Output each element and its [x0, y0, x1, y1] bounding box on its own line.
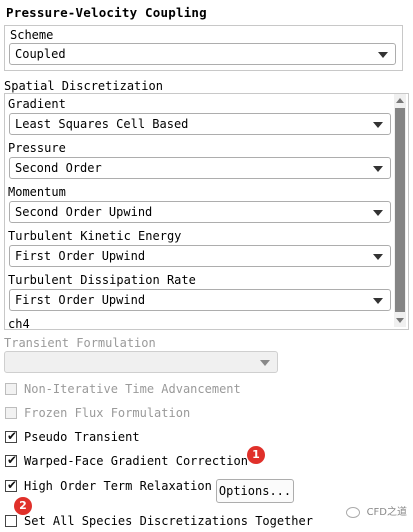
non-iterative-checkbox[interactable] [5, 383, 17, 395]
pseudo-transient-checkbox[interactable]: ✔ [5, 429, 18, 443]
momentum-value: Second Order Upwind [15, 205, 153, 219]
high-order-label: High Order Term Relaxation [24, 479, 212, 493]
scheme-dropdown[interactable]: Coupled [9, 43, 396, 65]
tdr-dropdown[interactable]: First Order Upwind [9, 289, 391, 311]
warped-face-label: Warped-Face Gradient Correction [24, 454, 248, 468]
options-button[interactable]: Options... [216, 479, 294, 503]
annotation-badge-1: 1 [247, 446, 265, 464]
pressure-value: Second Order [15, 161, 102, 175]
scheme-value: Coupled [15, 47, 66, 61]
momentum-dropdown[interactable]: Second Order Upwind [9, 201, 391, 223]
scroll-down-icon[interactable] [394, 315, 406, 327]
pseudo-transient-option[interactable]: ✔ Pseudo Transient [5, 429, 265, 447]
non-iterative-label: Non-Iterative Time Advancement [24, 382, 241, 396]
chevron-down-icon [373, 122, 383, 128]
set-all-species-option[interactable]: Set All Species Discretizations Together [5, 513, 315, 531]
pseudo-transient-label: Pseudo Transient [24, 430, 140, 444]
watermark: CFD之道 [346, 503, 407, 518]
wechat-icon [346, 506, 361, 518]
chevron-down-icon [373, 210, 383, 216]
gradient-dropdown[interactable]: Least Squares Cell Based [9, 113, 391, 135]
spatial-discretization-panel: Gradient Least Squares Cell Based Pressu… [4, 93, 409, 330]
tdr-label: Turbulent Dissipation Rate [8, 273, 196, 287]
check-icon: ✔ [7, 453, 18, 467]
chevron-down-icon [373, 166, 383, 172]
tke-dropdown[interactable]: First Order Upwind [9, 245, 391, 267]
watermark-text: CFD之道 [366, 507, 407, 518]
scrollbar-thumb[interactable] [395, 108, 405, 312]
frozen-flux-formulation-option[interactable]: Frozen Flux Formulation [5, 405, 265, 423]
tdr-value: First Order Upwind [15, 293, 146, 307]
frozen-flux-checkbox[interactable] [5, 407, 17, 419]
chevron-down-icon [373, 298, 383, 304]
warped-face-gradient-correction-option[interactable]: ✔ Warped-Face Gradient Correction [5, 453, 265, 471]
high-order-checkbox[interactable]: ✔ [5, 478, 18, 492]
annotation-badge-2: 2 [14, 497, 32, 515]
chevron-down-icon [373, 254, 383, 260]
frozen-flux-label: Frozen Flux Formulation [24, 406, 191, 420]
pressure-velocity-title: Pressure-Velocity Coupling [6, 5, 207, 20]
pressure-label: Pressure [8, 141, 66, 155]
transient-formulation-dropdown[interactable] [4, 351, 278, 373]
tke-value: First Order Upwind [15, 249, 146, 263]
gradient-value: Least Squares Cell Based [15, 117, 189, 131]
pressure-velocity-group: Scheme Coupled [4, 25, 403, 71]
spatial-discretization-title: Spatial Discretization [4, 79, 163, 93]
check-icon: ✔ [7, 478, 18, 492]
pressure-dropdown[interactable]: Second Order [9, 157, 391, 179]
non-iterative-time-advancement-option[interactable]: Non-Iterative Time Advancement [5, 381, 265, 399]
scheme-label: Scheme [10, 28, 54, 42]
check-icon: ✔ [7, 429, 18, 443]
chevron-down-icon [260, 360, 270, 366]
scroll-up-icon[interactable] [394, 94, 406, 106]
momentum-label: Momentum [8, 185, 66, 199]
chevron-down-icon [378, 52, 388, 58]
tke-label: Turbulent Kinetic Energy [8, 229, 182, 243]
ch4-label: ch4 [8, 317, 30, 330]
transient-formulation-label: Transient Formulation [4, 336, 156, 350]
gradient-label: Gradient [8, 97, 66, 111]
high-order-term-relaxation-option[interactable]: ✔ High Order Term Relaxation [5, 478, 215, 496]
spatial-scrollbar[interactable] [394, 94, 406, 327]
set-all-species-checkbox[interactable] [5, 515, 17, 527]
warped-face-checkbox[interactable]: ✔ [5, 453, 18, 467]
set-all-species-label: Set All Species Discretizations Together [24, 514, 313, 528]
